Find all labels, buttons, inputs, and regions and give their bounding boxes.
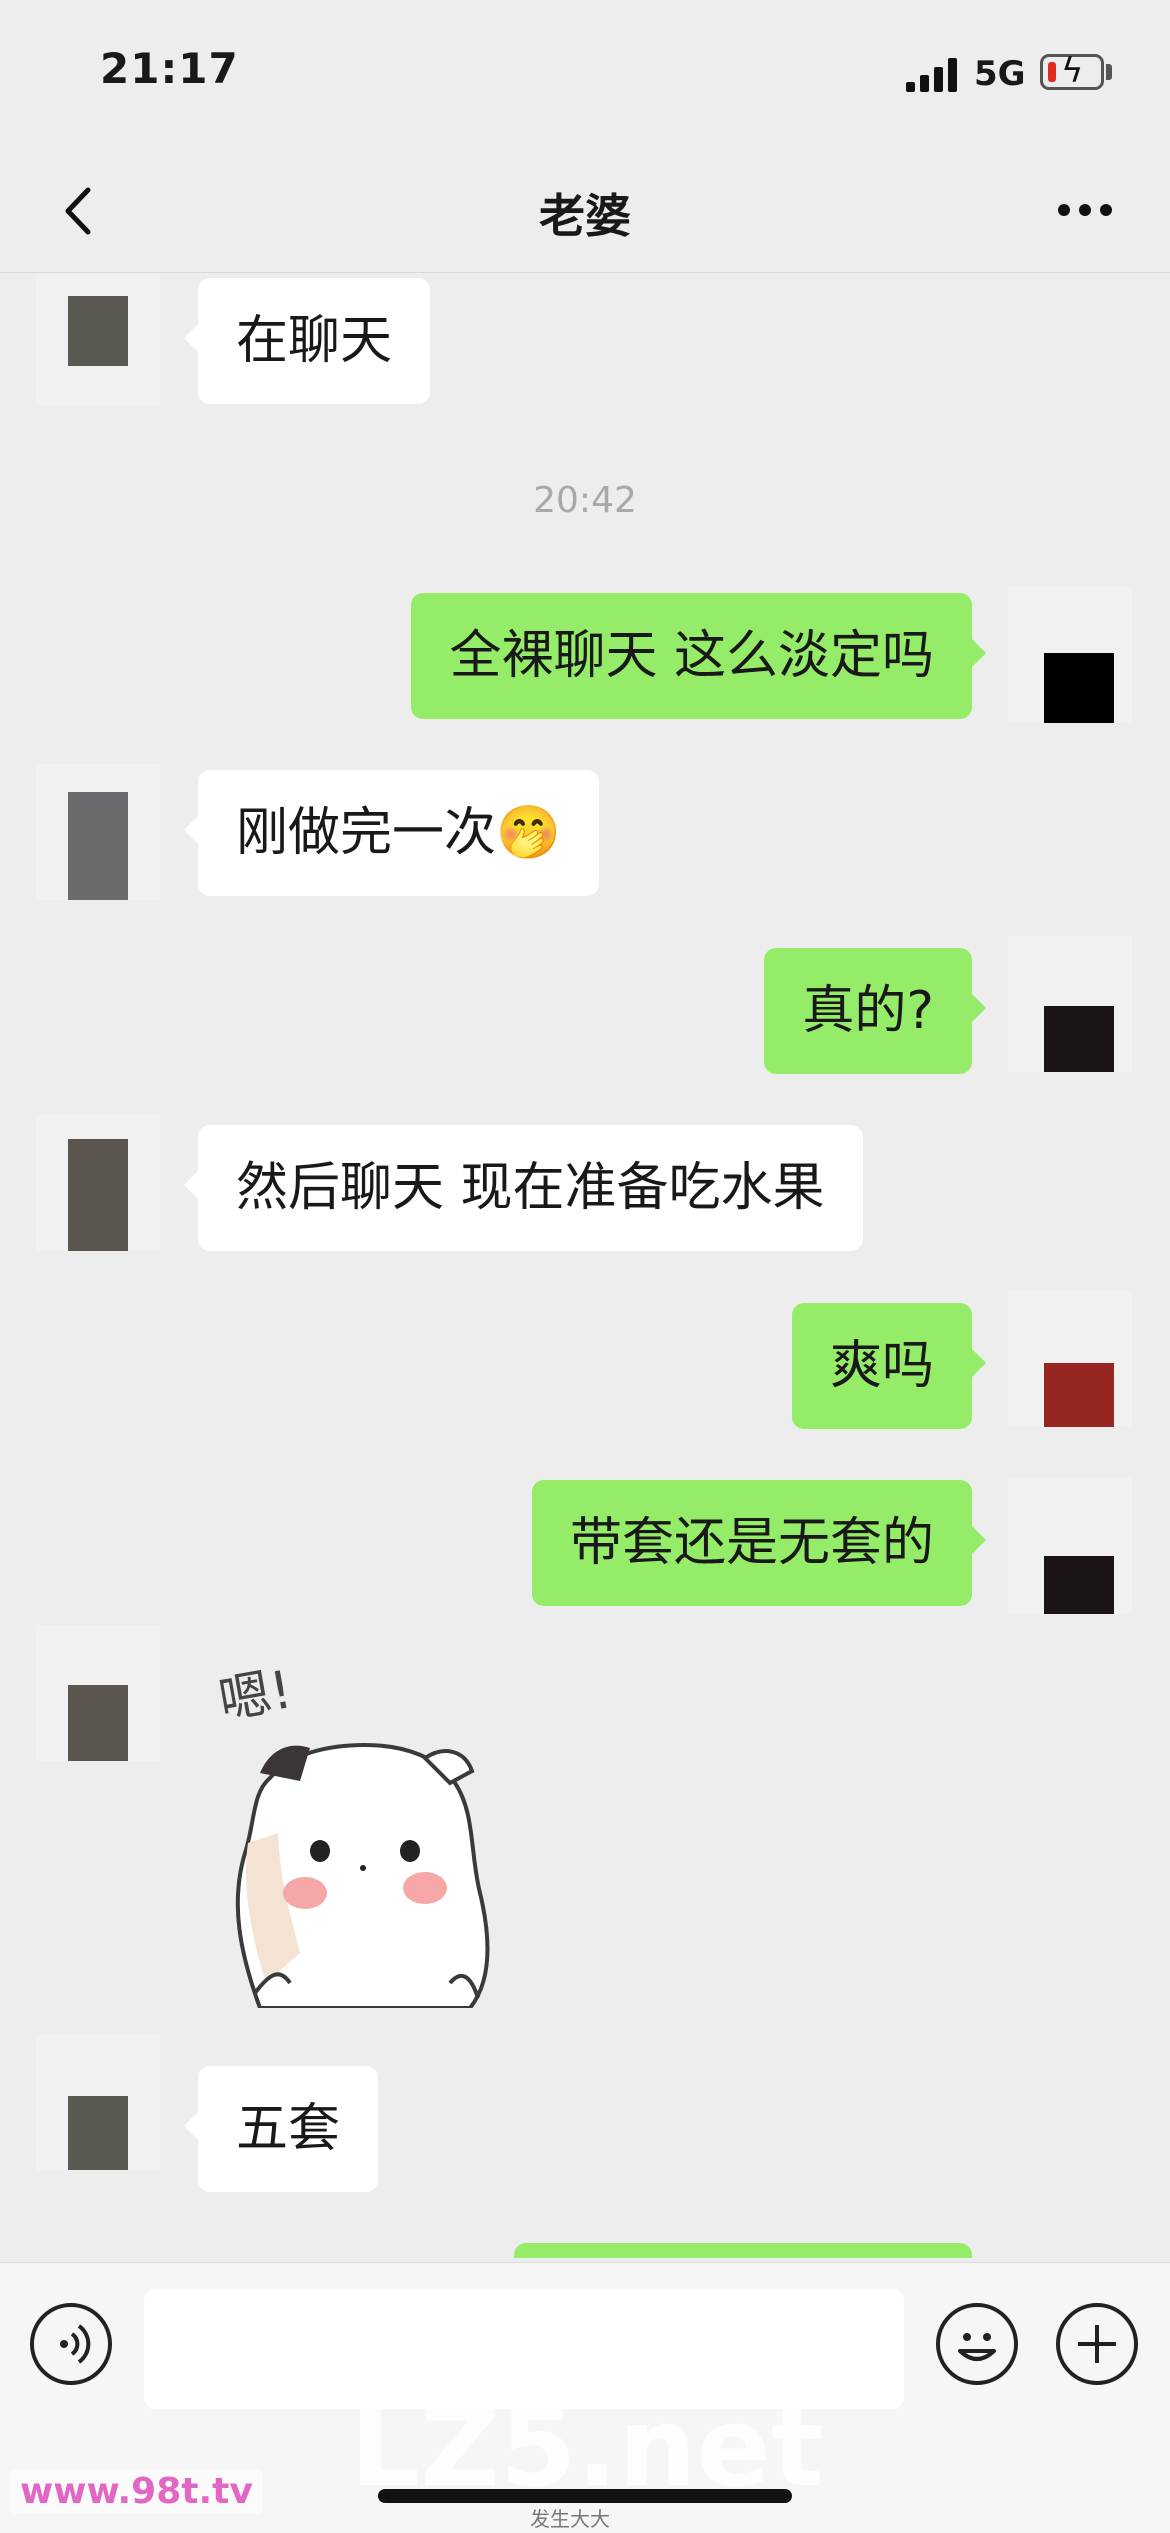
battery-tip <box>1106 64 1112 80</box>
message-outgoing: 带套还是无套的 <box>0 1478 1170 1614</box>
message-bubble-partial <box>514 2243 972 2258</box>
avatar[interactable] <box>36 2034 160 2170</box>
chat-title: 老婆 <box>539 189 631 243</box>
message-list[interactable]: 在聊天 20:42 全裸聊天 这么淡定吗 刚做完一次🤭 真的? 然后聊天 现在准… <box>0 273 1170 2258</box>
battery-icon: ϟ <box>1040 51 1104 91</box>
plus-icon[interactable] <box>1056 2303 1138 2385</box>
message-bubble[interactable]: 在聊天 <box>183 278 431 404</box>
message-bubble[interactable]: 爽吗 <box>791 1303 987 1429</box>
message-bubble[interactable]: 然后聊天 现在准备吃水果 <box>184 1125 863 1251</box>
more-dots-icon[interactable] <box>1050 180 1120 240</box>
signal-icon <box>906 58 962 92</box>
avatar[interactable] <box>1008 1291 1132 1427</box>
sticker-cat[interactable]: 嗯! <box>200 1653 520 2008</box>
message-bubble[interactable]: 五套 <box>183 2066 379 2192</box>
message-outgoing: 真的? <box>0 936 1170 1076</box>
avatar[interactable] <box>36 764 160 900</box>
avatar[interactable] <box>36 273 160 406</box>
avatar[interactable] <box>36 1115 160 1251</box>
message-incoming: 五套 <box>0 2034 1170 2194</box>
message-incoming: 在聊天 <box>0 273 1170 406</box>
home-indicator[interactable] <box>378 2489 792 2503</box>
message-outgoing: 全裸聊天 这么淡定吗 <box>0 587 1170 723</box>
avatar[interactable] <box>1008 936 1132 1072</box>
message-bubble[interactable]: 刚做完一次🤭 <box>184 770 599 896</box>
voice-icon[interactable] <box>30 2303 112 2385</box>
emoji-icon[interactable] <box>936 2303 1018 2385</box>
message-incoming <box>0 1625 1170 2053</box>
input-bar: LZ5.net www.98t.tv 发生大大 <box>0 2262 1170 2533</box>
message-bubble[interactable]: 带套还是无套的 <box>531 1480 987 1606</box>
timestamp: 20:42 <box>533 480 637 521</box>
avatar[interactable] <box>36 1625 160 1761</box>
message-incoming: 刚做完一次🤭 <box>0 764 1170 900</box>
message-outgoing: 爽吗 <box>0 1291 1170 1431</box>
watermark-corner: www.98t.tv <box>10 2469 263 2514</box>
avatar[interactable] <box>1008 587 1132 723</box>
message-bubble[interactable]: 真的? <box>764 948 986 1074</box>
message-bubble[interactable]: 全裸聊天 这么淡定吗 <box>411 593 986 719</box>
avatar[interactable] <box>1008 1478 1132 1614</box>
watermark-bottom: 发生大大 <box>530 2507 610 2531</box>
chat-header: 老婆 <box>0 150 1170 273</box>
status-time: 21:17 <box>100 44 239 93</box>
message-incoming: 然后聊天 现在准备吃水果 <box>0 1115 1170 1253</box>
network-type: 5G <box>974 54 1026 94</box>
status-bar: 21:17 5G ϟ <box>0 0 1170 150</box>
